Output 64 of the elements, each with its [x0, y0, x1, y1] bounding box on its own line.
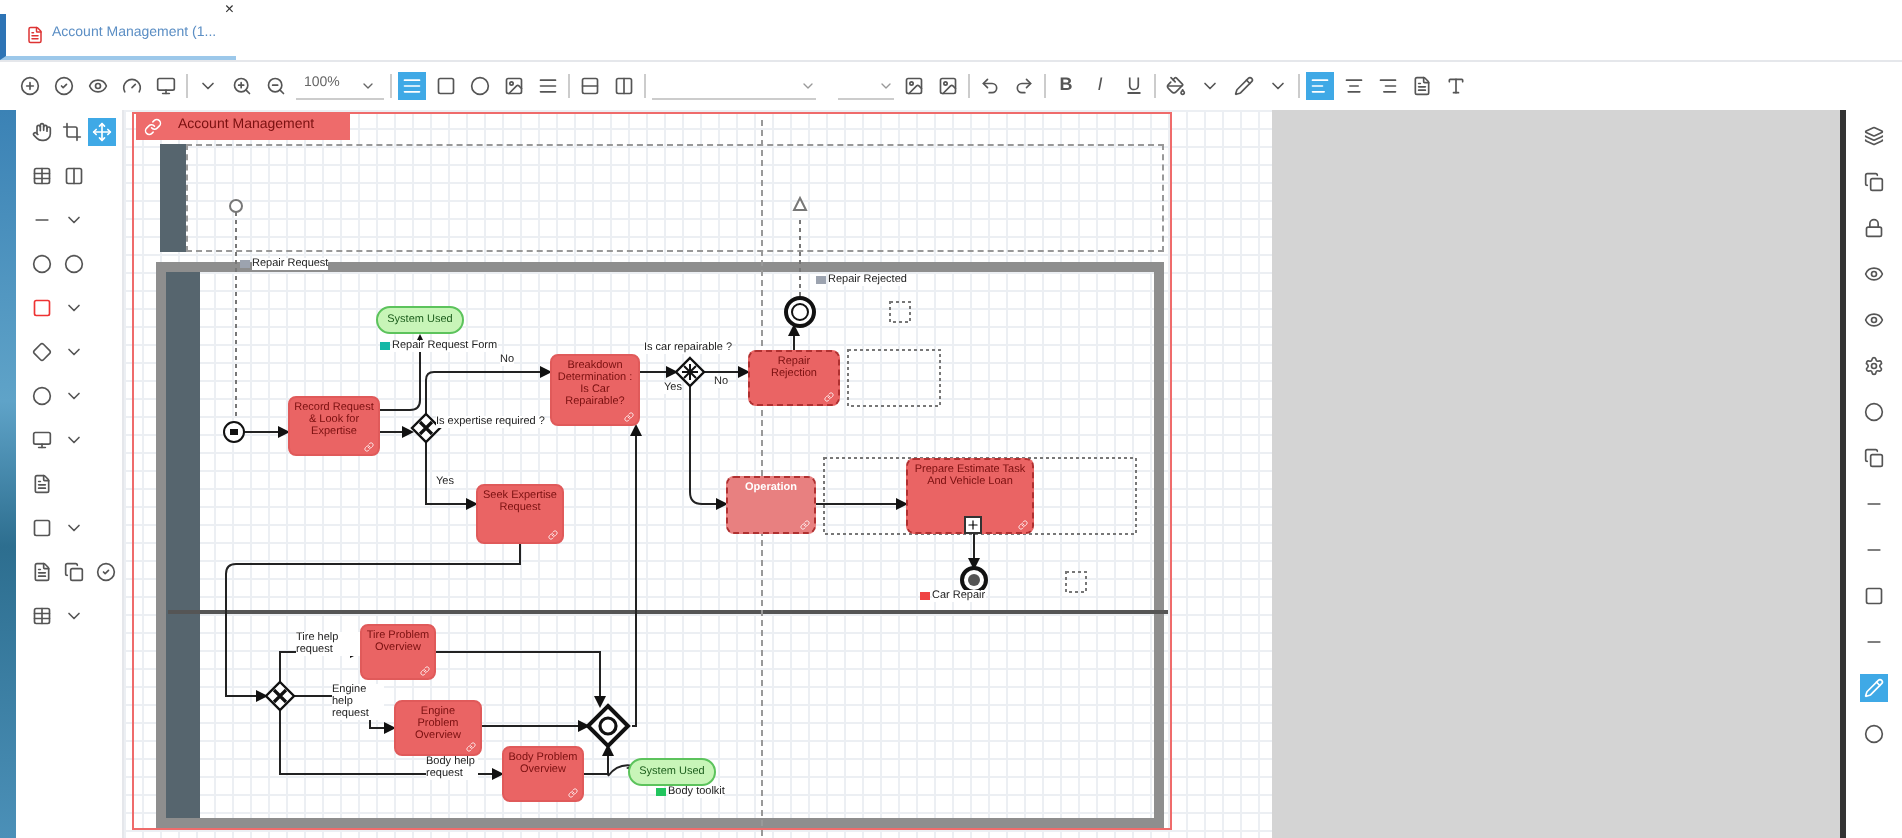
- circle-icon[interactable]: [28, 250, 56, 278]
- side-tool-icon[interactable]: [1860, 168, 1888, 196]
- side-tool-icon[interactable]: [1860, 398, 1888, 426]
- diamond-icon[interactable]: [28, 338, 56, 366]
- sequence-flow: [788, 324, 800, 351]
- document-icon: [26, 26, 44, 44]
- fill-color-icon[interactable]: [1162, 72, 1190, 100]
- link-icon: [144, 117, 162, 135]
- sequence-flow: [379, 426, 414, 438]
- link-icon: [568, 788, 578, 798]
- sequence-flow: [968, 533, 980, 570]
- side-tool-icon[interactable]: [1860, 352, 1888, 380]
- rows-icon[interactable]: [576, 72, 604, 100]
- sequence-flow: [703, 366, 750, 378]
- link-icon: [624, 412, 634, 422]
- annotation-frame: [847, 349, 941, 407]
- monitor-icon[interactable]: [152, 72, 180, 100]
- link-icon: [364, 442, 374, 452]
- columns-icon[interactable]: [60, 162, 88, 190]
- link-icon: [466, 742, 476, 752]
- message-start-circle: [229, 199, 243, 213]
- annotation-frame: [1065, 571, 1087, 593]
- side-tool-icon[interactable]: [1860, 720, 1888, 748]
- image-icon[interactable]: [900, 72, 928, 100]
- annotation-frame: [889, 301, 911, 323]
- side-tool-icon[interactable]: [1860, 214, 1888, 242]
- close-button[interactable]: ×: [224, 2, 234, 18]
- lane-header: [160, 144, 186, 252]
- plus-icon: [964, 516, 982, 534]
- line-color-icon[interactable]: [1230, 72, 1258, 100]
- side-tool-icon[interactable]: [1860, 122, 1888, 150]
- zoom-out-icon[interactable]: [262, 72, 290, 100]
- circle-icon[interactable]: [28, 382, 56, 410]
- sequence-flow: [815, 498, 908, 510]
- image-icon[interactable]: [934, 72, 962, 100]
- copy-icon[interactable]: [60, 558, 88, 586]
- palette-tool-icon[interactable]: [28, 118, 56, 146]
- circle-icon[interactable]: [60, 250, 88, 278]
- text-style-button[interactable]: I: [1086, 72, 1114, 100]
- group-shape-icon[interactable]: [28, 514, 56, 542]
- sequence-flow: [425, 441, 478, 510]
- link-icon: [548, 530, 558, 540]
- text-style-button[interactable]: U: [1120, 72, 1148, 100]
- link-icon: [1018, 520, 1028, 530]
- check-circle-icon[interactable]: [92, 558, 120, 586]
- columns-icon[interactable]: [610, 72, 638, 100]
- add-icon[interactable]: [16, 72, 44, 100]
- zoom-in-icon[interactable]: [228, 72, 256, 100]
- message-end-triangle: [792, 195, 808, 211]
- sequence-flow: [639, 366, 678, 378]
- check-circle-icon[interactable]: [50, 72, 78, 100]
- window-icon[interactable]: [28, 426, 56, 454]
- sequence-flow: [243, 426, 290, 438]
- link-icon: [824, 392, 834, 402]
- side-tool-icon[interactable]: [1860, 582, 1888, 610]
- link-icon: [420, 666, 430, 676]
- palette-tool-icon[interactable]: [58, 118, 86, 146]
- side-tool-icon[interactable]: [1860, 444, 1888, 472]
- link-icon: [800, 520, 810, 530]
- text-style-button[interactable]: B: [1052, 72, 1080, 100]
- task-shape-icon[interactable]: [28, 294, 56, 322]
- table-icon[interactable]: [28, 602, 56, 630]
- sequence-flow: [689, 385, 728, 510]
- table-icon[interactable]: [28, 162, 56, 190]
